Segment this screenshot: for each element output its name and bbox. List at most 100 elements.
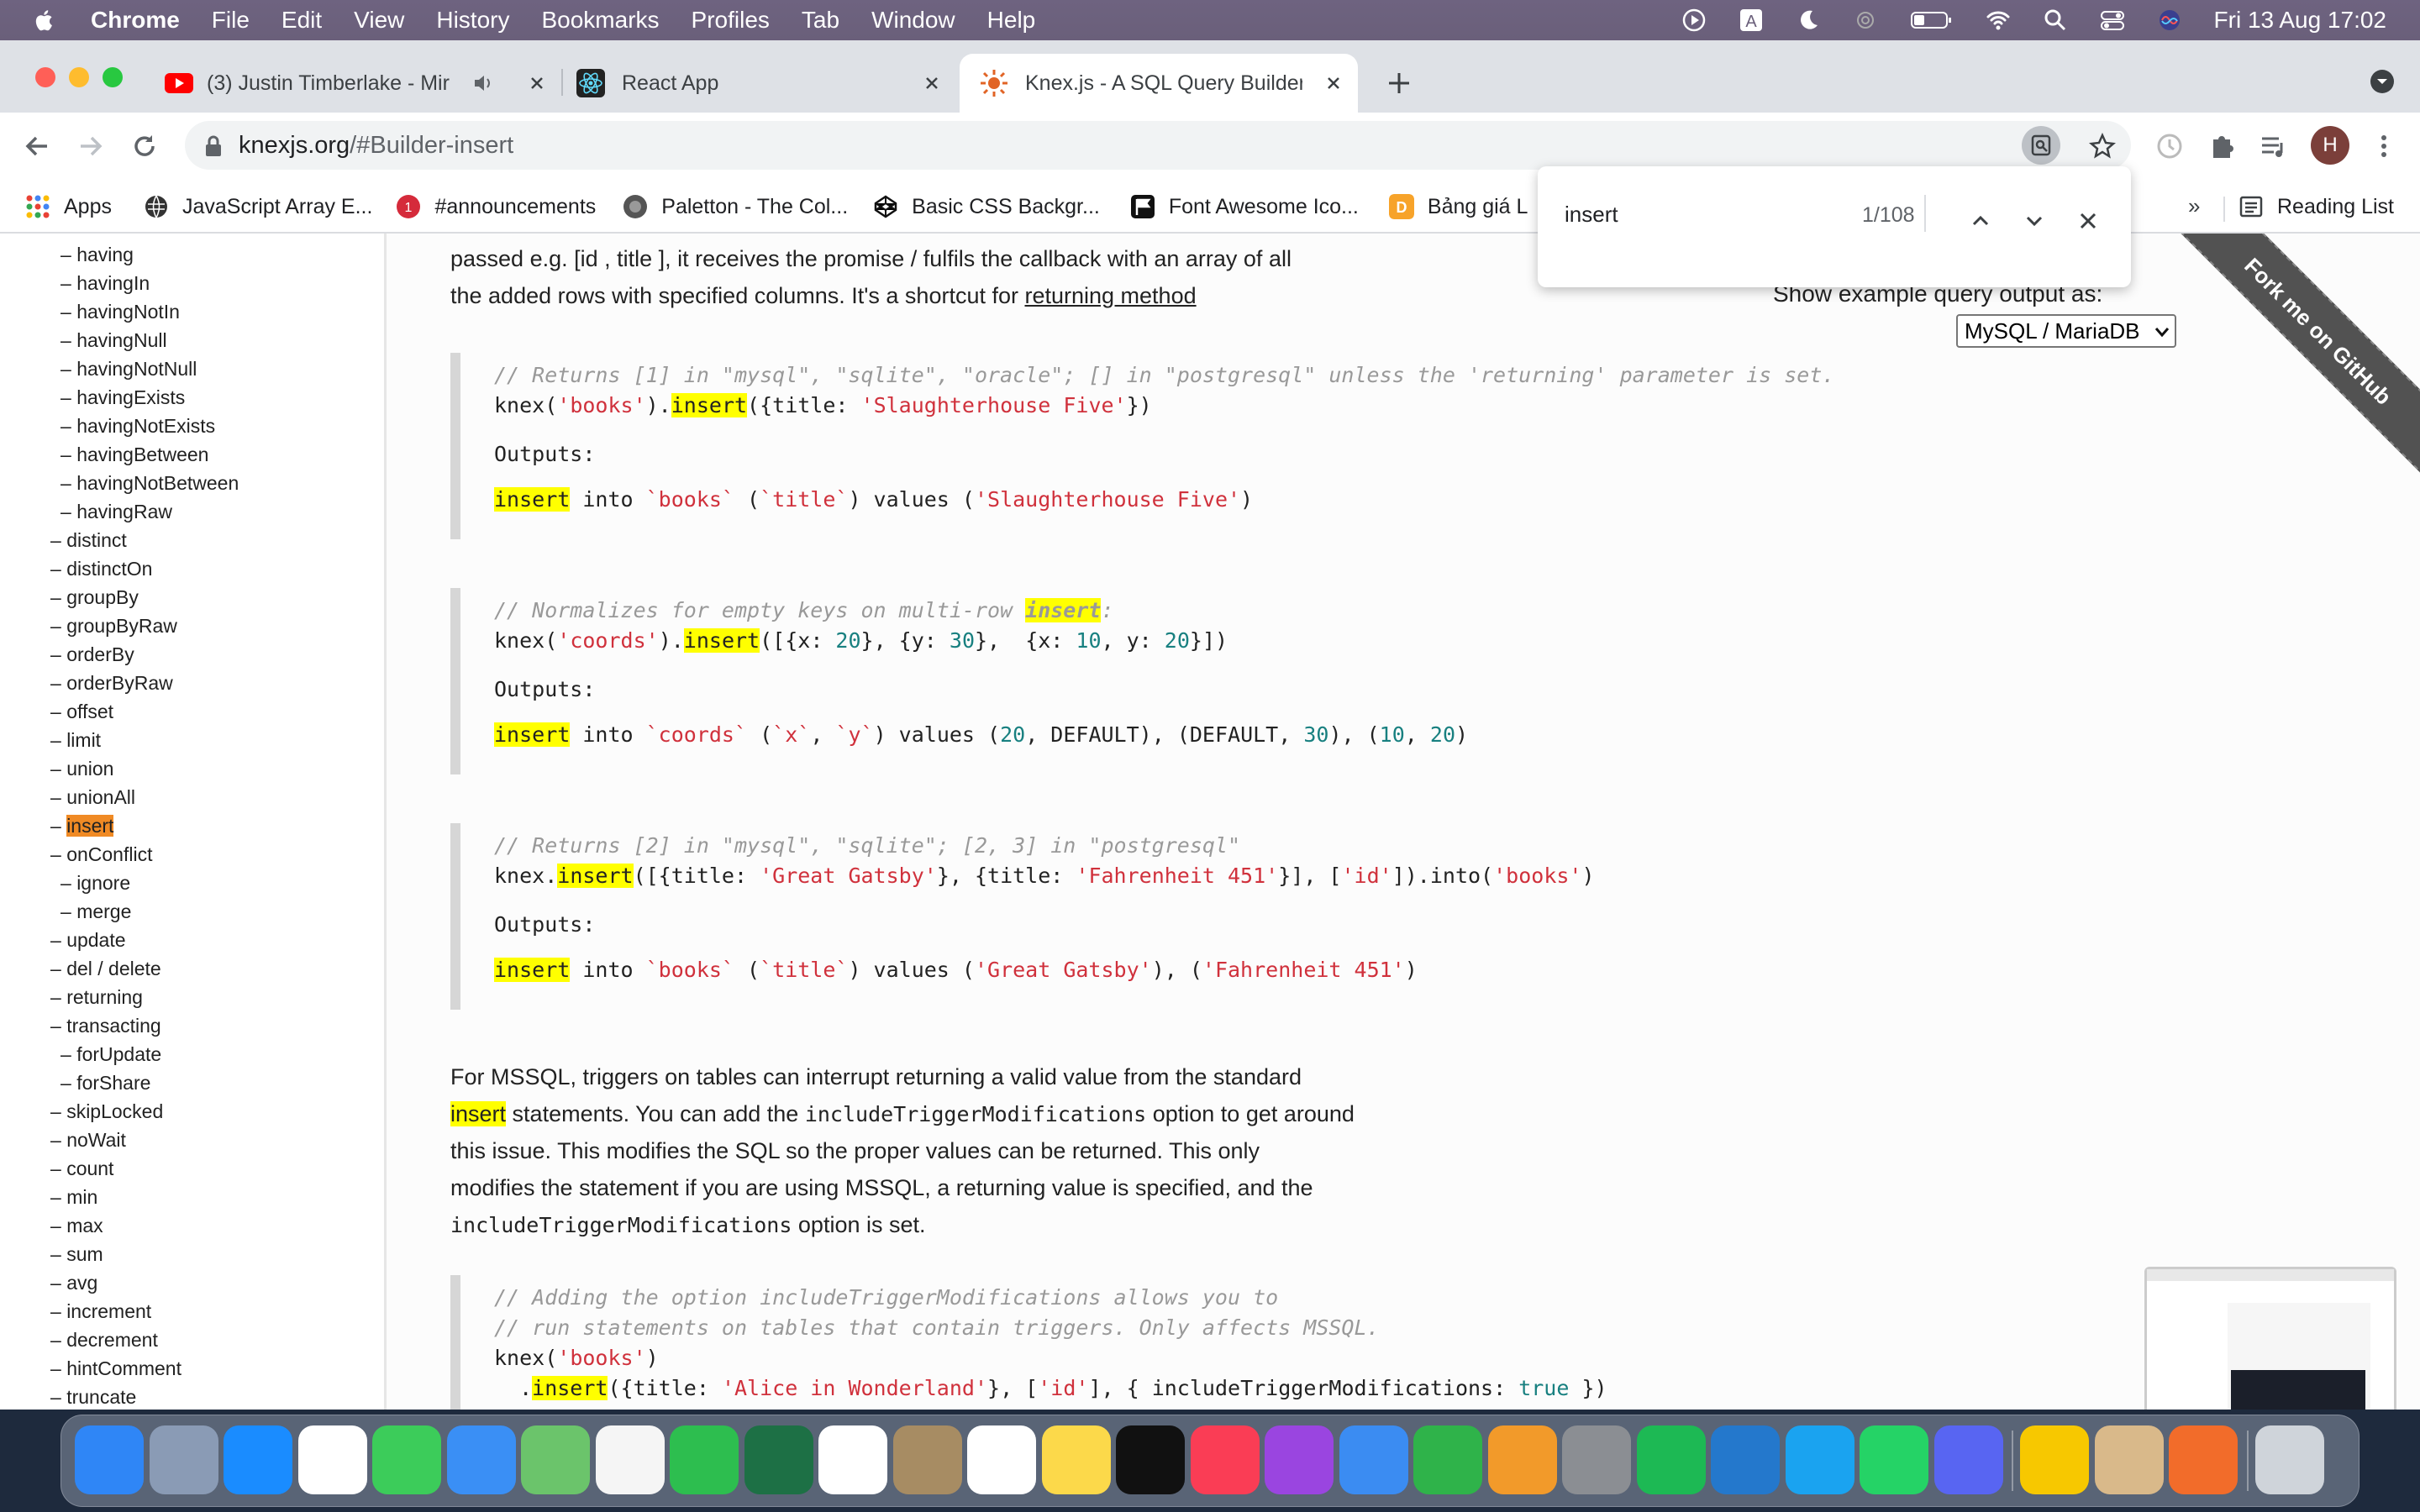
tab-search-icon[interactable] — [2370, 69, 2395, 94]
trash-icon[interactable] — [2254, 1425, 2324, 1494]
messages-icon[interactable] — [372, 1425, 441, 1494]
tab-knexjs[interactable]: Knex.js - A SQL Query Builder f — [960, 54, 1358, 113]
sidebar-item-update[interactable]: – update — [50, 929, 126, 952]
sidebar-item-having[interactable]: – having — [60, 244, 134, 266]
safari-icon[interactable] — [224, 1425, 292, 1494]
sidebar-item-havingraw[interactable]: – havingRaw — [60, 501, 172, 523]
more-menu-icon[interactable] — [2371, 131, 2396, 161]
returning-method-link[interactable]: returning method — [1024, 283, 1196, 308]
launchpad-icon[interactable] — [149, 1425, 218, 1494]
sidebar-item-avg[interactable]: – avg — [50, 1272, 97, 1294]
sidebar-item-havingnull[interactable]: – havingNull — [60, 329, 167, 352]
calendar-icon[interactable] — [818, 1425, 887, 1494]
reminders-icon[interactable] — [967, 1425, 1036, 1494]
archive-icon[interactable] — [2094, 1425, 2164, 1494]
menu-history[interactable]: History — [436, 7, 509, 34]
sidebar-item-havingbetween[interactable]: – havingBetween — [60, 444, 208, 466]
dialect-select[interactable]: MySQL / MariaDB — [1956, 314, 2176, 348]
bookmark-star-icon[interactable] — [2089, 133, 2116, 160]
sidebar-item-union[interactable]: – union — [50, 758, 113, 780]
speaker-icon[interactable] — [472, 72, 494, 94]
address-bar[interactable]: knexjs.org/#Builder-insert — [185, 121, 2131, 170]
sidebar-item-del-delete[interactable]: – del / delete — [50, 958, 161, 980]
photos-icon[interactable] — [595, 1425, 665, 1494]
sidebar-item-limit[interactable]: – limit — [50, 729, 101, 752]
sidebar-item-groupbyraw[interactable]: – groupByRaw — [50, 615, 177, 638]
vscode-icon[interactable] — [1711, 1425, 1780, 1494]
sidebar-item-decrement[interactable]: – decrement — [50, 1329, 158, 1352]
system-preferences-icon[interactable] — [1562, 1425, 1631, 1494]
sidebar-item-nowait[interactable]: – noWait — [50, 1129, 126, 1152]
bookmark-bang-gia[interactable]: D Bảng giá L — [1388, 194, 1528, 219]
play-circle-icon[interactable] — [1681, 8, 1707, 33]
bookmark-paletton[interactable]: Paletton - The Col... — [623, 194, 848, 219]
keynote-icon[interactable] — [1339, 1425, 1408, 1494]
sidebar-item-offset[interactable]: – offset — [50, 701, 113, 723]
menu-app-name[interactable]: Chrome — [91, 7, 180, 34]
sidebar-item-returning[interactable]: – returning — [50, 986, 143, 1009]
sidebar-item-count[interactable]: – count — [50, 1158, 113, 1180]
sidebar-item-sum[interactable]: – sum — [50, 1243, 103, 1266]
reload-icon[interactable] — [129, 131, 160, 161]
whatsapp-icon[interactable] — [1860, 1425, 1928, 1494]
airdrop-icon[interactable] — [1853, 8, 1878, 33]
maps-icon[interactable] — [521, 1425, 590, 1494]
menu-file[interactable]: File — [212, 7, 250, 34]
pencil-app-icon[interactable] — [2169, 1425, 2238, 1494]
notes-icon[interactable] — [1041, 1425, 1111, 1494]
sidebar-item-havingnotexists[interactable]: – havingNotExists — [60, 415, 215, 438]
chrome-icon[interactable] — [297, 1425, 367, 1494]
find-in-page-button[interactable] — [2022, 126, 2060, 165]
menu-bookmarks[interactable]: Bookmarks — [541, 7, 659, 34]
sidebar-item-groupby[interactable]: – groupBy — [50, 586, 139, 609]
sidebar-item-forshare[interactable]: – forShare — [60, 1072, 150, 1095]
sidebar-item-hintcomment[interactable]: – hintComment — [50, 1357, 182, 1380]
battery-icon[interactable] — [1910, 8, 1954, 33]
tab-youtube[interactable]: (3) Justin Timberlake - Mir — [165, 54, 561, 113]
podcasts-icon[interactable] — [1265, 1425, 1334, 1494]
menu-tab[interactable]: Tab — [802, 7, 839, 34]
screenshot-thumbnail[interactable] — [2144, 1267, 2396, 1410]
sidebar-item-forupdate[interactable]: – forUpdate — [60, 1043, 161, 1066]
sidebar-item-increment[interactable]: – increment — [50, 1300, 151, 1323]
numbers-icon[interactable] — [1413, 1425, 1482, 1494]
sidebar-item-havingnotbetween[interactable]: – havingNotBetween — [60, 472, 239, 495]
input-source-icon[interactable]: A — [1739, 8, 1764, 33]
sidebar-item-orderby[interactable]: – orderBy — [50, 643, 134, 666]
spotlight-search-icon[interactable] — [2043, 8, 2068, 33]
sidebar-item-havingexists[interactable]: – havingExists — [60, 386, 185, 409]
menu-edit[interactable]: Edit — [281, 7, 322, 34]
sidebar-item-havingnotnull[interactable]: – havingNotNull — [60, 358, 197, 381]
sidebar-item-distincton[interactable]: – distinctOn — [50, 558, 152, 580]
bookmark-js-array[interactable]: JavaScript Array E... — [144, 194, 372, 219]
sidebar-item-unionall[interactable]: – unionAll — [50, 786, 135, 809]
sidebar-item-havingnotin[interactable]: – havingNotIn — [60, 301, 180, 323]
contacts-icon[interactable] — [892, 1425, 962, 1494]
wifi-icon[interactable] — [1986, 8, 2011, 33]
back-arrow-icon[interactable] — [22, 131, 52, 161]
url-text[interactable]: knexjs.org/#Builder-insert — [239, 132, 513, 160]
sidebar-item-max[interactable]: – max — [50, 1215, 103, 1237]
menu-window[interactable]: Window — [871, 7, 955, 34]
sidebar-item-orderbyraw[interactable]: – orderByRaw — [50, 672, 173, 695]
mail-icon[interactable] — [446, 1425, 516, 1494]
close-tab-icon[interactable] — [526, 72, 548, 94]
discord-icon[interactable] — [1933, 1425, 2003, 1494]
close-window-button[interactable] — [35, 67, 55, 87]
sidebar-item-ignore[interactable]: – ignore — [60, 872, 130, 895]
siri-icon[interactable] — [2157, 8, 2182, 33]
facetime-icon[interactable] — [670, 1425, 739, 1494]
menu-view[interactable]: View — [354, 7, 404, 34]
lock-icon[interactable] — [203, 134, 224, 158]
sidebar-item-skiplocked[interactable]: – skipLocked — [50, 1100, 163, 1123]
menu-profiles[interactable]: Profiles — [692, 7, 770, 34]
close-tab-icon[interactable] — [1323, 72, 1344, 94]
bookmarks-overflow-chevron-icon[interactable]: » — [2188, 193, 2200, 219]
tab-react-app[interactable]: React App — [565, 54, 956, 113]
reading-list-button[interactable]: Reading List — [2238, 194, 2394, 219]
sidebar-item-insert[interactable]: – insert — [50, 815, 114, 837]
chevron-down-icon[interactable] — [2022, 208, 2047, 234]
skype-icon[interactable] — [1785, 1425, 1854, 1494]
bitwarden-icon[interactable] — [2020, 1425, 2089, 1494]
finder-icon[interactable] — [75, 1425, 144, 1494]
